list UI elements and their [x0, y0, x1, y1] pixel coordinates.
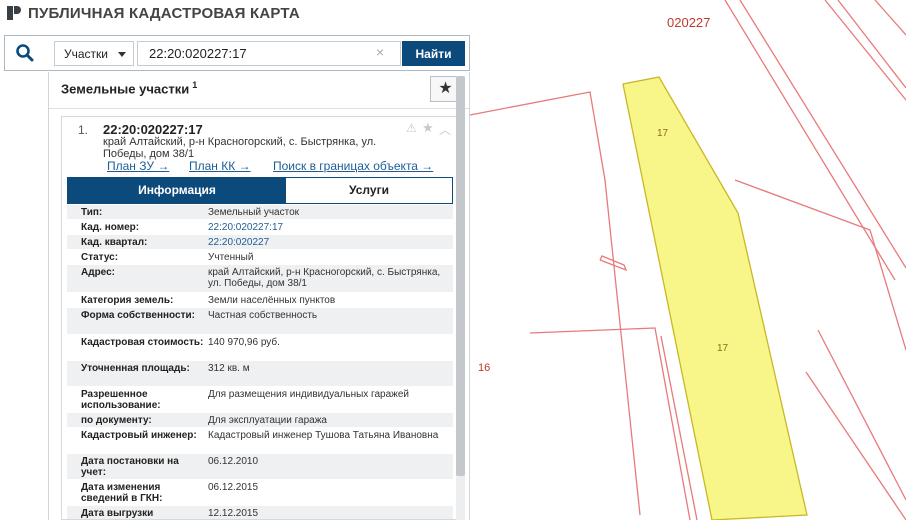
map-boundary-line: [874, 0, 906, 36]
card-actions: ⚠ ★ ︿: [406, 120, 456, 138]
panel-title-text: Земельные участки: [61, 81, 190, 97]
search-bar: Участки × Найти: [4, 35, 470, 71]
find-button[interactable]: Найти: [402, 41, 465, 66]
details-value: 312 кв. м: [208, 363, 250, 374]
parcel-card: 1. 22:20:020227:17 край Алтайский, р-н К…: [61, 116, 459, 520]
clear-icon[interactable]: ×: [376, 45, 384, 59]
details-key: Кад. квартал:: [81, 237, 148, 248]
chevron-down-icon: [118, 52, 126, 57]
details-key: Статус:: [81, 252, 119, 263]
details-value: Земли населённых пунктов: [208, 295, 336, 306]
map-boundary-line: [739, 0, 906, 269]
details-key: Дата выгрузки: [81, 508, 154, 519]
card-cadastral-id[interactable]: 22:20:020227:17: [103, 122, 203, 137]
details-table: Тип: Земельный участок Кад. номер: 22:20:02…: [67, 205, 453, 519]
details-row: Дата выгрузки 12.12.2015: [67, 506, 453, 519]
search-icon[interactable]: [15, 43, 35, 63]
details-key: Кадастровая стоимость:: [81, 337, 204, 348]
star-icon: ★: [438, 80, 453, 97]
details-key: Дата изменения сведений в ГКН:: [81, 482, 163, 504]
card-tabs: Информация Услуги: [67, 177, 453, 204]
details-row: Дата изменения сведений в ГКН: 06.12.2015: [67, 480, 453, 506]
card-index: 1.: [78, 123, 89, 137]
details-row: по документу: Для эксплуатации гаража: [67, 413, 453, 428]
results-count: 1: [192, 80, 198, 90]
details-key: Форма собственности:: [81, 310, 195, 321]
details-value: Частная собственность: [208, 310, 318, 321]
details-row: Категория земель: Земли населённых пункто…: [67, 293, 453, 308]
details-value: край Алтайский, р-н Красногорский, с. Бы…: [208, 267, 441, 289]
details-row: Кадастровая стоимость: 140 970,96 руб.: [67, 335, 453, 361]
star-icon[interactable]: ★: [422, 120, 434, 136]
details-value[interactable]: 22:20:020227:17: [208, 222, 448, 233]
details-row: Кад. номер: 22:20:020227:17: [67, 220, 453, 235]
block-number-label: 020227: [667, 15, 711, 30]
app-header: ПУБЛИЧНАЯ КАДАСТРОВАЯ КАРТА: [0, 0, 470, 34]
scrollbar[interactable]: [456, 76, 465, 520]
map-boundary-line: [824, 0, 906, 101]
details-key: Кад. номер:: [81, 222, 140, 233]
details-key: Дата постановки на учет:: [81, 456, 179, 478]
details-key: Тип:: [81, 207, 103, 218]
selected-parcel[interactable]: [622, 76, 808, 520]
tab-information[interactable]: Информация: [68, 178, 286, 203]
plan-zu-link[interactable]: План ЗУ →: [107, 159, 169, 173]
details-key: Разрешенное использование:: [81, 389, 161, 411]
app-title: ПУБЛИЧНАЯ КАДАСТРОВАЯ КАРТА: [28, 5, 300, 22]
warning-icon[interactable]: ⚠: [406, 121, 417, 135]
parcel-number-label: 17: [717, 343, 729, 354]
details-row: Уточненная площадь: 312 кв. м: [67, 361, 453, 387]
plan-kk-link[interactable]: План КК →: [189, 159, 251, 173]
parcel-number-label: 16: [478, 362, 491, 374]
details-row: Статус: Учтенный: [67, 250, 453, 265]
details-value: Кадастровый инженер Тушова Татьяна Ивано…: [208, 430, 439, 441]
details-row: Дата постановки на учет: 06.12.2010: [67, 454, 453, 480]
search-type-value: Участки: [64, 47, 108, 61]
details-row: Кад. квартал: 22:20:020227: [67, 235, 453, 250]
parcel-number-label: 17: [657, 128, 669, 139]
chevron-up-icon[interactable]: ︿: [439, 121, 451, 138]
details-value: Для эксплуатации гаража: [208, 415, 327, 426]
card-address: край Алтайский, р-н Красногорский, с. Бы…: [103, 136, 377, 160]
details-value: Для размещения индивидуальных гаражей: [208, 389, 410, 400]
details-key: Адрес:: [81, 267, 115, 278]
search-in-bounds-link[interactable]: Поиск в границах объекта →: [273, 159, 433, 173]
map-boundary-line: [817, 329, 906, 501]
map-boundary-line: [724, 0, 896, 281]
map-boundary-line: [805, 371, 906, 520]
details-value[interactable]: 22:20:020227: [208, 237, 448, 248]
details-value: 06.12.2015: [208, 482, 259, 493]
details-key: по документу:: [81, 415, 152, 426]
details-value: 140 970,96 руб.: [208, 337, 280, 348]
results-panel: Земельные участки 1 ★ 1. 22:20:020227:17 …: [48, 72, 470, 520]
tab-services[interactable]: Услуги: [286, 178, 452, 203]
map-boundary-line: [837, 0, 906, 89]
details-value: 12.12.2015: [208, 508, 259, 519]
details-value: Учтенный: [208, 252, 254, 263]
details-row: Форма собственности: Частная собственност…: [67, 308, 453, 335]
search-input[interactable]: [137, 41, 401, 66]
details-key: Кадастровый инженер:: [81, 430, 197, 441]
details-value: 06.12.2010: [208, 456, 259, 467]
details-row: Адрес: край Алтайский, р-н Красногорский,…: [67, 265, 453, 293]
details-row: Разрешенное использование: Для размещения…: [67, 387, 453, 413]
divider: [49, 108, 469, 109]
search-type-select[interactable]: Участки: [54, 41, 134, 66]
panel-title: Земельные участки 1: [61, 80, 197, 96]
map-boundary-line: [529, 327, 691, 520]
details-row: Тип: Земельный участок: [67, 205, 453, 220]
details-row: Кадастровый инженер: Кадастровый инженер …: [67, 428, 453, 454]
details-key: Уточненная площадь:: [81, 363, 190, 374]
rosreestr-logo-icon: [7, 6, 21, 20]
map-boundary-line: [469, 91, 641, 516]
details-value: Земельный участок: [208, 207, 300, 218]
scrollbar-thumb[interactable]: [456, 76, 465, 476]
details-key: Категория земель:: [81, 295, 174, 306]
